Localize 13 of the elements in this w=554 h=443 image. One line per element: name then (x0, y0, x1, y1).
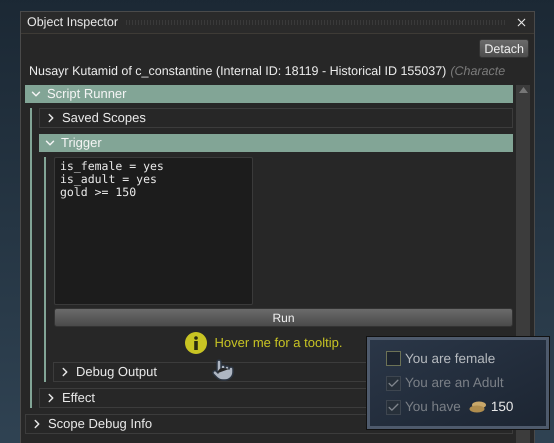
detach-button[interactable]: Detach (479, 39, 529, 58)
info-icon[interactable] (184, 332, 207, 354)
object-type: (Characte (450, 63, 506, 80)
tooltip-hint: Hover me for a tooltip. (214, 334, 342, 352)
scroll-up-icon[interactable] (518, 86, 528, 93)
run-button[interactable]: Run (54, 308, 513, 327)
coins-icon (468, 401, 487, 414)
section-header[interactable]: Saved Scopes (39, 108, 513, 128)
hand-cursor-icon (211, 358, 235, 382)
window-title: Object Inspector (27, 14, 118, 32)
object-name: Nusayr Kutamid of c_constantine (Internal ID: 18119 - Historical ID 155037) (29, 63, 446, 80)
close-icon[interactable] (515, 16, 528, 29)
code-editor[interactable]: is_female = yes is_adult = yes gold >= 150 (54, 156, 253, 305)
